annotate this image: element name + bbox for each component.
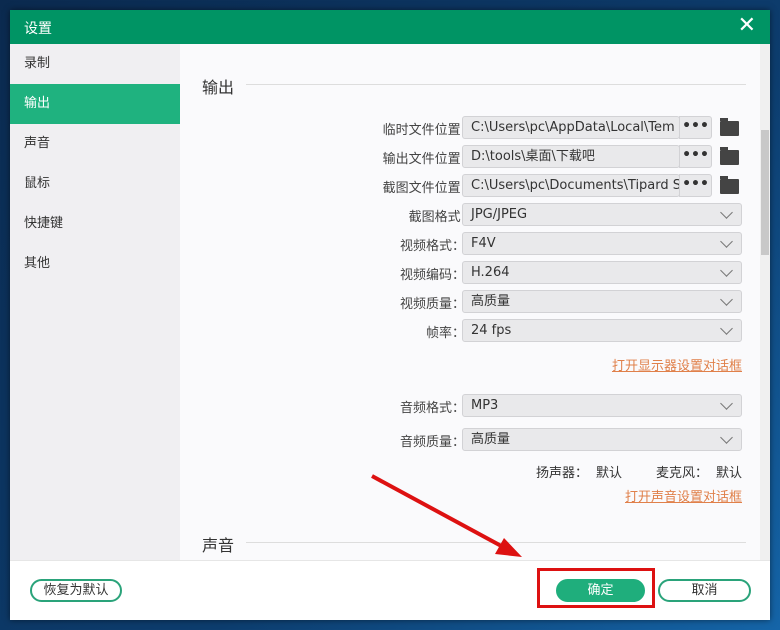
arrow-shaft (371, 474, 506, 550)
annotation-arrow (371, 474, 522, 557)
arrow-head (495, 538, 522, 557)
